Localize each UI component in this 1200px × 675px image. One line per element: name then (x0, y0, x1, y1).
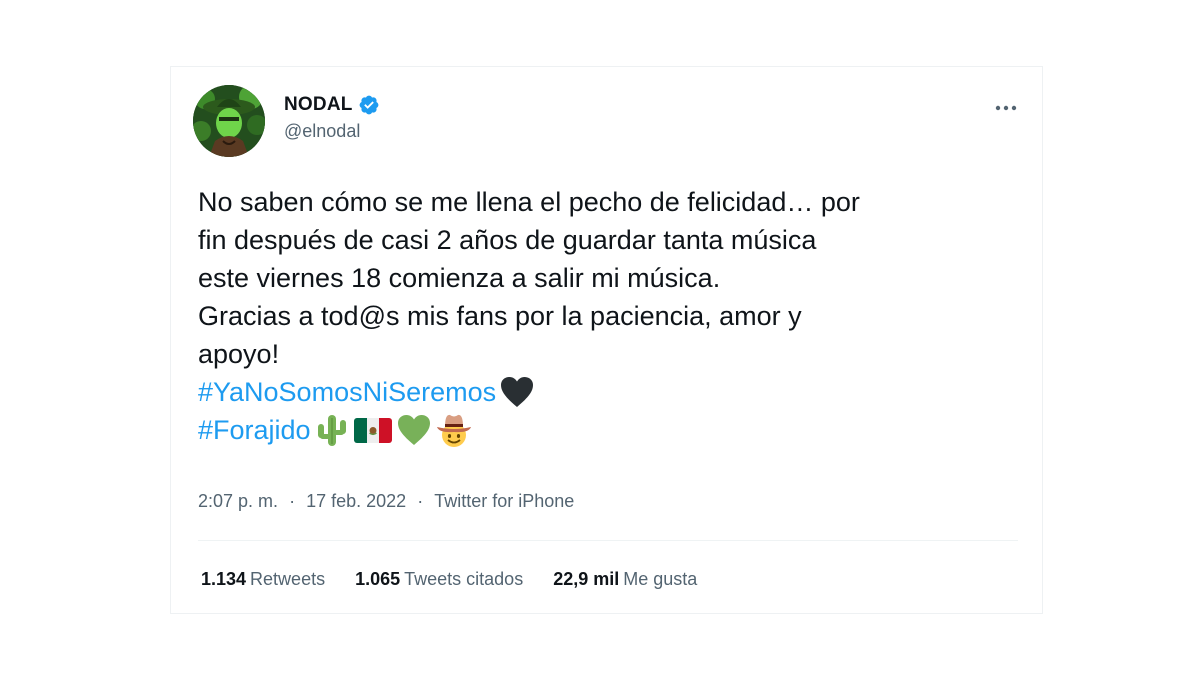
more-dots-icon (995, 105, 1017, 111)
meta-separator: · (417, 491, 424, 511)
author-name[interactable]: NODAL (284, 94, 353, 116)
tweet-text: No saben cómo se me llena el pecho de fe… (198, 183, 1028, 449)
tweet-time[interactable]: 2:07 p. m. (198, 491, 278, 512)
quote-tweets-stat[interactable]: 1.065 Tweets citados (355, 569, 523, 590)
retweets-label: Retweets (250, 569, 326, 589)
avatar[interactable] (193, 85, 265, 157)
tweet-line: apoyo! (198, 339, 280, 369)
black-heart-icon (501, 377, 534, 407)
green-heart-icon (397, 415, 430, 445)
quotes-label: Tweets citados (404, 569, 524, 589)
author-handle[interactable]: @elnodal (284, 121, 380, 142)
tweet-meta: 2:07 p. m. · 17 feb. 2022 · Twitter for … (198, 491, 574, 512)
hashtag-link[interactable]: #Forajido (198, 411, 311, 449)
author-info: NODAL @elnodal (284, 94, 380, 142)
mexico-flag-icon (353, 418, 392, 443)
likes-count: 22,9 mil (553, 569, 620, 589)
hashtag-line: #YaNoSomosNiSeremos (198, 373, 1028, 411)
tweet-line: Gracias a tod@s mis fans por la pacienci… (198, 301, 802, 331)
tweet-line: fin después de casi 2 años de guardar ta… (198, 225, 817, 255)
tweet-line: este viernes 18 comienza a salir mi músi… (198, 263, 721, 293)
tweet-source[interactable]: Twitter for iPhone (434, 491, 574, 512)
retweets-count: 1.134 (201, 569, 247, 589)
tweet-line: No saben cómo se me llena el pecho de fe… (198, 187, 860, 217)
tweet-card: NODAL @elnodal No saben cómo se me llena… (170, 66, 1043, 614)
cactus-icon (317, 415, 346, 446)
tweet-stats: 1.134 Retweets 1.065 Tweets citados 22,9 m… (201, 569, 697, 590)
verified-badge-icon (359, 95, 378, 115)
meta-separator: · (289, 491, 296, 511)
hashtag-line: #Forajido (198, 411, 1028, 449)
quotes-count: 1.065 (355, 569, 401, 589)
more-options-button[interactable] (989, 91, 1023, 125)
likes-label: Me gusta (623, 569, 698, 589)
cowboy-face-icon (436, 414, 471, 447)
tweet-date[interactable]: 17 feb. 2022 (306, 491, 406, 512)
retweets-stat[interactable]: 1.134 Retweets (201, 569, 325, 590)
divider (198, 540, 1018, 541)
hashtag-link[interactable]: #YaNoSomosNiSeremos (198, 373, 496, 411)
likes-stat[interactable]: 22,9 mil Me gusta (553, 569, 697, 590)
